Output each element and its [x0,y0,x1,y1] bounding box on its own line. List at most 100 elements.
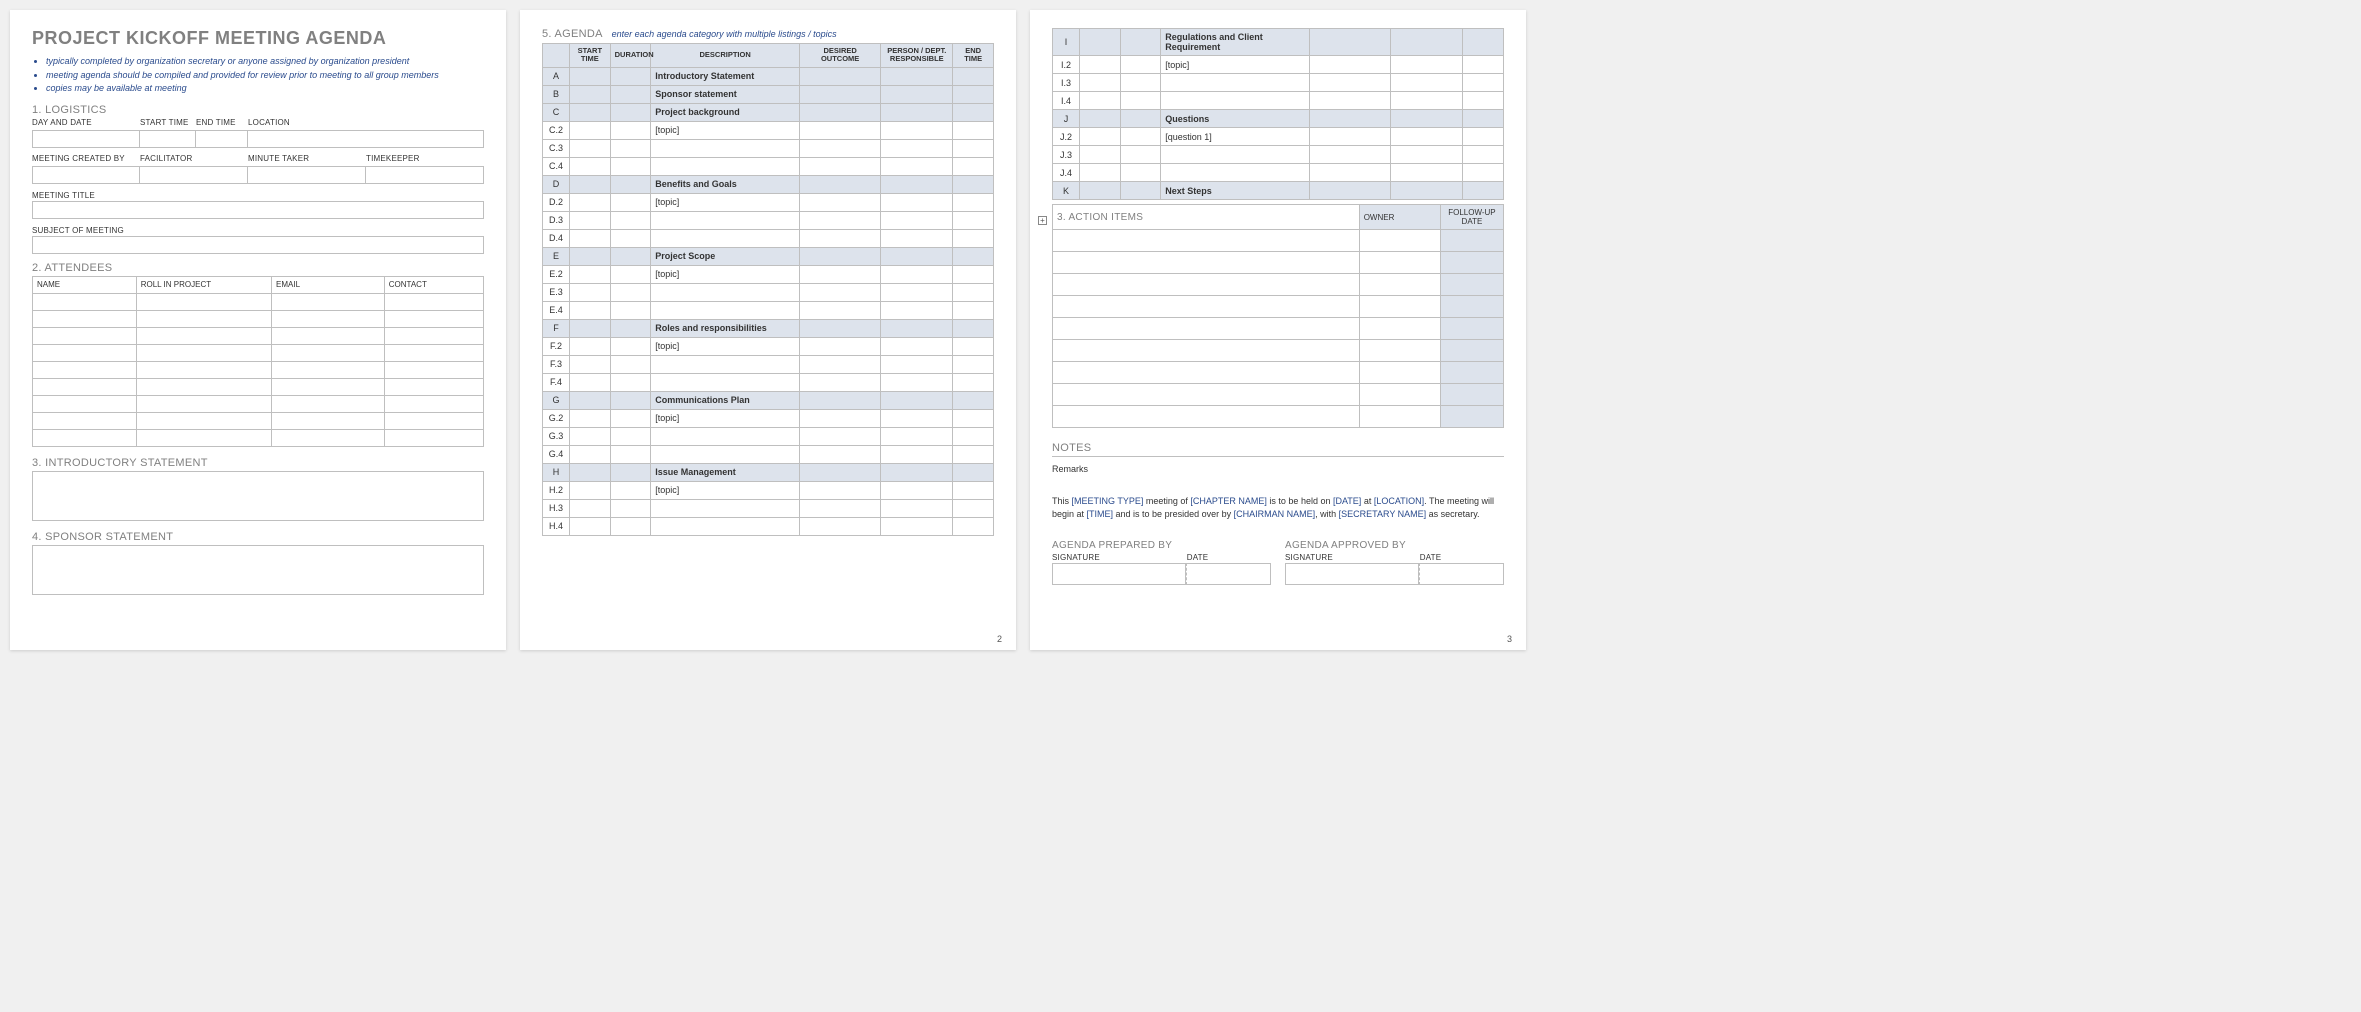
table-row[interactable] [1053,362,1504,384]
col-responsible: PERSON / DEPT. RESPONSIBLE [881,44,953,68]
table-row[interactable] [33,429,484,446]
section-sponsor-statement: 4. SPONSOR STATEMENT [32,531,484,543]
agenda-row[interactable]: E.3 [543,283,994,301]
input-approved-date[interactable] [1419,563,1504,585]
agenda-row[interactable]: E.4 [543,301,994,319]
agenda-row[interactable]: J.4 [1053,164,1504,182]
agenda-row[interactable]: JQuestions [1053,110,1504,128]
input-location[interactable] [248,130,484,148]
bullet-item: meeting agenda should be compiled and pr… [46,69,484,83]
agenda-row[interactable]: D.4 [543,229,994,247]
agenda-row[interactable]: D.2[topic] [543,193,994,211]
page-3: IRegulations and Client RequirementI.2[t… [1030,10,1526,650]
agenda-row[interactable]: G.4 [543,445,994,463]
agenda-row[interactable]: EProject Scope [543,247,994,265]
table-row[interactable] [1053,406,1504,428]
document-title: PROJECT KICKOFF MEETING AGENDA [32,28,484,49]
input-prepared-signature[interactable] [1052,563,1186,585]
table-row[interactable] [1053,230,1504,252]
input-facilitator[interactable] [140,166,248,184]
table-row[interactable] [1053,274,1504,296]
col-role: ROLL IN PROJECT [136,276,271,293]
section-intro-statement: 3. INTRODUCTORY STATEMENT [32,457,484,469]
intro-bullets: typically completed by organization secr… [32,55,484,96]
label-day: DAY AND DATE [32,118,140,127]
agenda-row[interactable]: H.3 [543,499,994,517]
section-agenda: 5. AGENDA [542,28,603,40]
agenda-row[interactable]: CProject background [543,103,994,121]
page-2: 5. AGENDA enter each agenda category wit… [520,10,1016,650]
agenda-row[interactable]: F.4 [543,373,994,391]
agenda-row[interactable]: H.2[topic] [543,481,994,499]
label-start: START TIME [140,118,196,127]
agenda-row[interactable]: C.4 [543,157,994,175]
agenda-row[interactable]: G.3 [543,427,994,445]
approved-block: AGENDA APPROVED BY SIGNATURE DATE [1285,540,1504,585]
table-row[interactable] [33,361,484,378]
agenda-row[interactable]: E.2[topic] [543,265,994,283]
input-approved-signature[interactable] [1285,563,1419,585]
agenda-row[interactable]: AIntroductory Statement [543,67,994,85]
input-day[interactable] [32,130,140,148]
approved-heading: AGENDA APPROVED BY [1285,540,1504,551]
col-outcome: DESIRED OUTCOME [800,44,881,68]
input-timekeeper[interactable] [366,166,484,184]
label-signature: SIGNATURE [1285,553,1333,562]
agenda-row[interactable]: C.2[topic] [543,121,994,139]
table-row[interactable] [1053,318,1504,340]
agenda-row[interactable]: F.2[topic] [543,337,994,355]
agenda-row[interactable]: J.2[question 1] [1053,128,1504,146]
table-row[interactable] [1053,252,1504,274]
page-number: 2 [997,634,1002,644]
agenda-row[interactable]: KNext Steps [1053,182,1504,200]
expand-icon[interactable]: + [1038,216,1047,225]
table-row[interactable] [33,344,484,361]
table-row[interactable] [33,412,484,429]
table-row[interactable] [1053,384,1504,406]
agenda-row[interactable]: BSponsor statement [543,85,994,103]
agenda-row[interactable]: C.3 [543,139,994,157]
agenda-row[interactable]: IRegulations and Client Requirement [1053,29,1504,56]
input-start[interactable] [140,130,196,148]
col-duration: DURATION [610,44,651,68]
agenda-row[interactable]: I.3 [1053,74,1504,92]
table-row[interactable] [33,310,484,327]
input-end[interactable] [196,130,248,148]
agenda-row[interactable]: I.2[topic] [1053,56,1504,74]
table-row[interactable] [1053,296,1504,318]
table-row[interactable] [33,327,484,344]
agenda-row[interactable]: GCommunications Plan [543,391,994,409]
prepared-block: AGENDA PREPARED BY SIGNATURE DATE [1052,540,1271,585]
notes-template-text: This [MEETING TYPE] meeting of [CHAPTER … [1052,495,1504,522]
agenda-row[interactable]: F.3 [543,355,994,373]
table-row[interactable] [1053,340,1504,362]
label-end: END TIME [196,118,248,127]
signature-row: AGENDA PREPARED BY SIGNATURE DATE AGENDA… [1052,540,1504,585]
table-row[interactable] [33,378,484,395]
input-prepared-date[interactable] [1186,563,1271,585]
agenda-row[interactable]: G.2[topic] [543,409,994,427]
table-row[interactable] [33,293,484,310]
input-meeting-title[interactable] [32,201,484,219]
input-minute-taker[interactable] [248,166,366,184]
input-subject[interactable] [32,236,484,254]
agenda-row[interactable]: DBenefits and Goals [543,175,994,193]
col-start: START TIME [570,44,611,68]
input-intro-statement[interactable] [32,471,484,521]
section-action-items: 3. ACTION ITEMS [1053,205,1360,230]
label-date: DATE [1420,553,1442,562]
agenda-row[interactable]: D.3 [543,211,994,229]
label-subject: SUBJECT OF MEETING [32,226,124,235]
input-sponsor-statement[interactable] [32,545,484,595]
label-facilitator: FACILITATOR [140,154,248,163]
label-date: DATE [1187,553,1209,562]
agenda-row[interactable]: I.4 [1053,92,1504,110]
table-row[interactable] [33,395,484,412]
col-description: DESCRIPTION [651,44,800,68]
input-created[interactable] [32,166,140,184]
col-blank [543,44,570,68]
agenda-row[interactable]: H.4 [543,517,994,535]
agenda-row[interactable]: FRoles and responsibilities [543,319,994,337]
agenda-row[interactable]: J.3 [1053,146,1504,164]
agenda-row[interactable]: HIssue Management [543,463,994,481]
